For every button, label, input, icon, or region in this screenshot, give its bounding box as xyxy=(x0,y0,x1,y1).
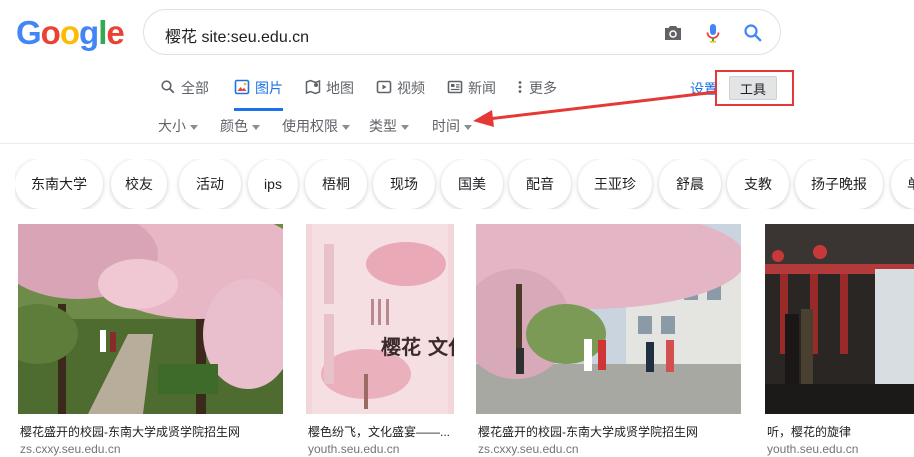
sakura-festival-poster-image[interactable]: 樱花 文化节 xyxy=(306,224,454,414)
divider xyxy=(0,143,914,144)
tab-label: 图片 xyxy=(255,80,283,96)
logo-letter: o xyxy=(40,14,61,51)
video-icon xyxy=(376,80,392,94)
logo-letter: o xyxy=(59,14,80,51)
filter-label: 类型 xyxy=(369,118,397,134)
cherry-blossom-campus-image[interactable] xyxy=(476,224,741,414)
caret-down-icon xyxy=(252,124,260,130)
tab-label: 视频 xyxy=(397,80,425,96)
chip[interactable]: 校友 xyxy=(111,159,167,209)
caret-down-icon xyxy=(401,124,409,130)
google-logo[interactable]: Google xyxy=(16,14,125,52)
result-source[interactable]: zs.cxxy.seu.edu.cn xyxy=(478,442,579,456)
tab-maps[interactable]: 地图 xyxy=(305,78,354,111)
result-source[interactable]: youth.seu.edu.cn xyxy=(767,442,858,456)
filter-label: 时间 xyxy=(432,118,460,134)
chip[interactable]: 梧桐 xyxy=(305,159,367,209)
result-caption[interactable]: 樱色纷飞，文化盛宴——... xyxy=(308,423,450,440)
caret-down-icon xyxy=(342,124,350,130)
filter-color[interactable]: 颜色 xyxy=(220,116,260,136)
filter-type[interactable]: 类型 xyxy=(369,116,409,136)
filter-time[interactable]: 时间 xyxy=(432,116,472,136)
related-chips: 东南大学 校友 活动 ips 梧桐 现场 国美 配音 王亚珍 舒晨 支教 扬子晚… xyxy=(15,159,914,209)
search-icon[interactable] xyxy=(741,21,765,45)
result-source[interactable]: zs.cxxy.seu.edu.cn xyxy=(20,442,121,456)
filter-label: 大小 xyxy=(158,118,186,134)
search-icon xyxy=(161,80,175,94)
logo-letter: G xyxy=(16,14,42,51)
result-caption[interactable]: 樱花盛开的校园-东南大学成贤学院招生网 xyxy=(20,423,240,440)
search-input[interactable]: 樱花 site:seu.edu.cn xyxy=(165,23,309,47)
tab-label: 地图 xyxy=(326,80,354,96)
microphone-icon[interactable] xyxy=(701,21,725,45)
annotation-highlight-box xyxy=(715,70,794,106)
tab-label: 全部 xyxy=(181,80,209,96)
event-stage-image[interactable] xyxy=(765,224,914,414)
chip[interactable]: 国美 xyxy=(441,159,503,209)
news-icon xyxy=(447,80,463,94)
annotation-arrow xyxy=(473,90,717,127)
camera-icon[interactable] xyxy=(661,21,685,45)
chip[interactable]: 舒晨 xyxy=(659,159,721,209)
filter-usage-rights[interactable]: 使用权限 xyxy=(282,116,350,136)
result-caption[interactable]: 听，樱花的旋律 xyxy=(767,423,851,440)
poster-title: 樱花 文化节 xyxy=(381,335,454,359)
filter-label: 使用权限 xyxy=(282,118,338,134)
search-box[interactable]: 樱花 site:seu.edu.cn xyxy=(143,9,781,55)
tab-images[interactable]: 图片 xyxy=(234,78,283,111)
chip[interactable]: ips xyxy=(248,159,298,209)
logo-letter: l xyxy=(98,14,107,51)
caret-down-icon xyxy=(190,124,198,130)
cherry-blossom-campus-image[interactable] xyxy=(18,224,283,414)
tab-videos[interactable]: 视频 xyxy=(376,78,425,111)
chip[interactable]: 单 xyxy=(891,159,914,209)
logo-letter: g xyxy=(79,14,99,51)
logo-letter: e xyxy=(106,14,124,51)
chip[interactable]: 东南大学 xyxy=(15,159,103,209)
filter-size[interactable]: 大小 xyxy=(158,116,198,136)
chip[interactable]: 王亚珍 xyxy=(578,159,652,209)
map-icon xyxy=(305,79,321,95)
tab-all[interactable]: 全部 xyxy=(160,78,209,111)
image-icon xyxy=(234,79,250,95)
result-caption[interactable]: 樱花盛开的校园-东南大学成贤学院招生网 xyxy=(478,423,698,440)
filter-label: 颜色 xyxy=(220,118,248,134)
result-source[interactable]: youth.seu.edu.cn xyxy=(308,442,399,456)
chip[interactable]: 活动 xyxy=(179,159,241,209)
chip[interactable]: 配音 xyxy=(509,159,571,209)
chip[interactable]: 支教 xyxy=(727,159,789,209)
chip[interactable]: 扬子晚报 xyxy=(795,159,883,209)
chip[interactable]: 现场 xyxy=(373,159,435,209)
